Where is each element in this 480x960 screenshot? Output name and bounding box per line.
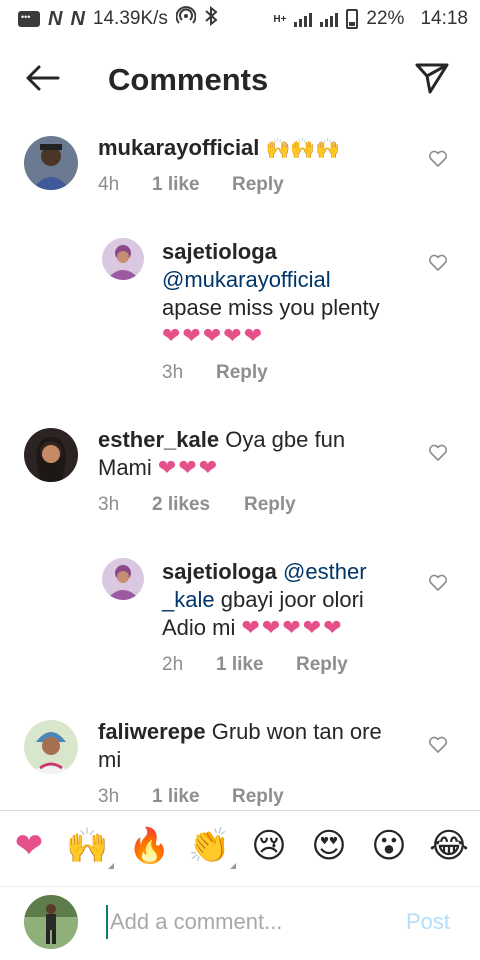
skin-tone-indicator (230, 863, 236, 869)
heart-outline-icon (428, 150, 448, 167)
avatar (24, 895, 78, 949)
heart-outline-icon (428, 444, 448, 461)
like-button[interactable] (428, 444, 450, 464)
comment-text: Oya gbe fun (225, 427, 346, 452)
emoji-clap-button[interactable]: 👏 (188, 825, 236, 869)
comment-text: Adio mi (162, 615, 236, 640)
comment-emoji: ❤❤❤❤❤ (241, 615, 344, 640)
reply-button[interactable]: Reply (244, 494, 296, 516)
comment-text: apase miss you plenty (162, 295, 380, 320)
network-speed: 14.39K/s (92, 8, 168, 29)
mention-link[interactable]: @mukarayofficial (162, 266, 422, 294)
paper-plane-icon (415, 62, 449, 99)
like-button[interactable] (428, 150, 450, 170)
comment-time: 3h (162, 362, 184, 383)
comment-likes[interactable]: 1 like (216, 654, 296, 676)
comment-text: Mami (98, 455, 152, 480)
comment-text: 🙌🙌🙌 (265, 138, 341, 160)
emoji-surprised-button[interactable]: 😮 (368, 825, 410, 867)
comment-likes[interactable]: 2 likes (152, 494, 244, 516)
comment-username[interactable]: faliwerepe (98, 719, 206, 744)
network-type: H+ (273, 14, 287, 25)
comment-input[interactable] (106, 905, 386, 939)
clapping-hands-icon: 👏 (188, 827, 231, 865)
comment-text: mi (98, 747, 122, 772)
comment-time: 3h (98, 494, 120, 515)
mention-link[interactable]: _kale (162, 587, 215, 612)
status-bar: N N 14.39K/s H+ 22% 14:18 (0, 0, 480, 38)
like-button[interactable] (428, 254, 450, 274)
page-title: Comments (108, 62, 269, 97)
battery-icon (346, 9, 359, 29)
emoji-heart-button[interactable]: ❤ (8, 825, 50, 867)
heart-outline-icon (428, 574, 448, 591)
comment-username[interactable]: esther_kale (98, 427, 219, 452)
comment: esther_kale Oya gbe fun Mami ❤❤❤ 3h 2 li… (0, 422, 480, 522)
emoji-raised-hands-button[interactable]: 🙌 (66, 825, 114, 869)
heart-outline-icon (428, 736, 448, 753)
reply-button[interactable]: Reply (296, 654, 348, 676)
n-icon: N (70, 7, 85, 30)
avatar[interactable] (24, 428, 78, 482)
comment-reply: sajetiologa @mukarayofficial apase miss … (0, 234, 480, 394)
message-icon (18, 11, 40, 27)
emoji-fire-button[interactable]: 🔥 (128, 825, 170, 867)
comment-username[interactable]: sajetiologa (162, 559, 277, 584)
bluetooth-icon (204, 5, 218, 32)
n-icon: N (48, 7, 63, 30)
comment: faliwerepe Grub won tan ore mi 3h 1 like… (0, 714, 480, 810)
reply-button[interactable]: Reply (232, 174, 284, 196)
comment-username[interactable]: mukarayofficial (98, 135, 259, 160)
hotspot-icon (175, 6, 197, 32)
post-button[interactable]: Post (406, 909, 450, 935)
avatar[interactable] (24, 136, 78, 190)
avatar[interactable] (102, 558, 144, 600)
reply-button[interactable]: Reply (216, 362, 268, 384)
comment-text: Grub won tan ore (211, 719, 382, 744)
comment-text: gbayi joor olori (220, 587, 364, 612)
comment-username[interactable]: sajetiologa (162, 238, 422, 266)
like-button[interactable] (428, 736, 450, 756)
comment-emoji: ❤❤❤❤❤ (162, 323, 265, 348)
emoji-heart-eyes-button[interactable]: 😍 (308, 825, 350, 867)
raised-hands-icon: 🙌 (66, 827, 109, 865)
like-button[interactable] (428, 574, 450, 594)
reply-button[interactable]: Reply (232, 786, 284, 808)
arrow-left-icon (24, 64, 60, 97)
comment-emoji: ❤❤❤ (157, 455, 220, 480)
comment-composer: Post (0, 886, 480, 960)
comment: mukarayofficial 🙌🙌🙌 4h 1 like Reply (0, 130, 480, 210)
clock: 14:18 (420, 8, 468, 29)
direct-share-button[interactable] (410, 60, 454, 100)
emoji-quick-bar: ❤ 🙌 🔥 👏 😢 😍 😮 😂 (0, 810, 480, 886)
comment-time: 3h (98, 786, 120, 807)
comment-likes[interactable]: 1 like (152, 174, 232, 196)
heart-outline-icon (428, 254, 448, 271)
comment-time: 4h (98, 174, 120, 195)
signal-icon (294, 11, 313, 27)
comment-reply: sajetiologa @esther _kale gbayi joor olo… (0, 554, 480, 684)
avatar[interactable] (102, 238, 144, 280)
mention-link[interactable]: @esther (283, 559, 366, 584)
comment-time: 2h (162, 654, 184, 675)
header: Comments (0, 50, 480, 110)
battery-level: 22% (366, 8, 405, 29)
emoji-sad-button[interactable]: 😢 (248, 825, 290, 867)
skin-tone-indicator (108, 863, 114, 869)
emoji-laughing-button[interactable]: 😂 (428, 825, 470, 867)
signal-icon (320, 11, 339, 27)
comment-likes[interactable]: 1 like (152, 786, 232, 808)
back-button[interactable] (20, 60, 64, 100)
avatar[interactable] (24, 720, 78, 774)
